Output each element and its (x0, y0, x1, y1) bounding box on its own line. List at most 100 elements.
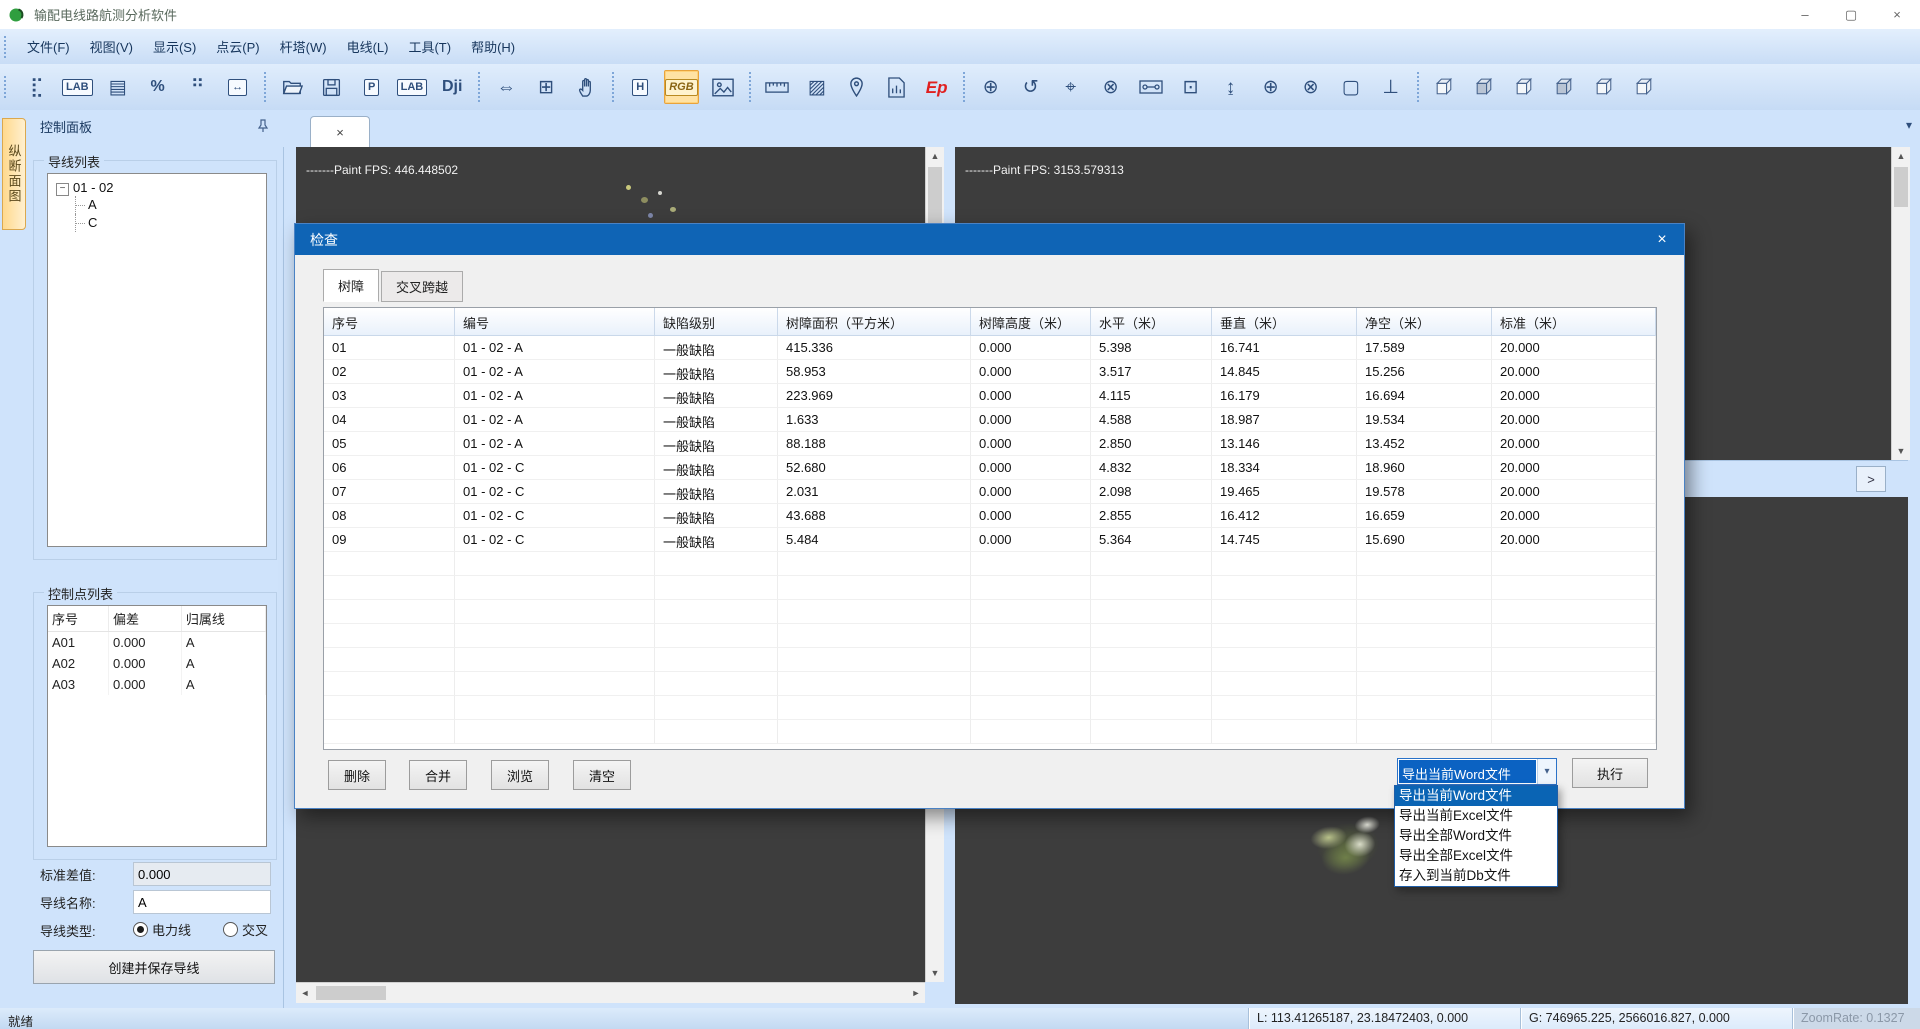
table-row[interactable]: 0301 - 02 - A一般缺陷223.9690.0004.11516.179… (324, 384, 1656, 408)
radio-power-line[interactable]: 电力线 (133, 920, 191, 939)
save-icon[interactable] (316, 70, 348, 104)
tree-child-node[interactable]: A (75, 196, 266, 214)
table-row[interactable]: A030.000A (48, 674, 266, 695)
tile-layout-icon[interactable]: ⠛ (182, 70, 214, 104)
open-folder-icon[interactable] (276, 70, 308, 104)
menu-item[interactable]: 显示(S) (143, 33, 206, 60)
table-row[interactable]: 0701 - 02 - C一般缺陷2.0310.0002.09819.46519… (324, 480, 1656, 504)
cube-view-3-icon[interactable] (1509, 70, 1541, 104)
pin-icon[interactable] (255, 118, 271, 134)
table-row[interactable]: 0601 - 02 - C一般缺陷52.6800.0004.83218.3341… (324, 456, 1656, 480)
expand-panel-button[interactable]: > (1856, 466, 1886, 492)
table-row[interactable]: 0201 - 02 - A一般缺陷58.9530.0003.51714.8451… (324, 360, 1656, 384)
column-header[interactable]: 序号 (324, 308, 455, 335)
scroll-down-icon[interactable]: ▼ (1892, 442, 1910, 460)
fit-window-icon[interactable]: ⊞ (530, 70, 562, 104)
stamp-icon[interactable]: ▤ (102, 70, 134, 104)
column-header[interactable]: 垂直（米） (1212, 308, 1357, 335)
cube-view-2-icon[interactable] (1469, 70, 1501, 104)
move-point-icon[interactable]: ⌖ (1055, 70, 1087, 104)
region-points-icon[interactable]: ⊡ (1175, 70, 1207, 104)
dropdown-option[interactable]: 导出当前Word文件 (1395, 786, 1557, 806)
image-icon[interactable] (707, 70, 739, 104)
minimize-button[interactable]: – (1782, 0, 1828, 29)
ep-icon[interactable]: Ep (921, 70, 953, 104)
document-tab-close-icon[interactable]: × (336, 125, 344, 140)
side-tab-profile-view[interactable]: 纵断面图 (2, 118, 26, 230)
export-type-combobox[interactable]: 导出当前Word文件 ▾ (1397, 758, 1557, 785)
menu-item[interactable]: 电线(L) (337, 33, 399, 60)
dialog-title-bar[interactable]: 检查 × (295, 224, 1684, 255)
table-row[interactable]: A020.000A (48, 653, 266, 674)
dialog-close-icon[interactable]: × (1640, 224, 1684, 255)
tree-obstacle-table[interactable]: 序号编号缺陷级别树障面积（平方米）树障高度（米）水平（米）垂直（米）净空（米）标… (323, 307, 1657, 750)
cube-view-5-icon[interactable] (1589, 70, 1621, 104)
table-row[interactable]: 0801 - 02 - C一般缺陷43.6880.0002.85516.4121… (324, 504, 1656, 528)
scroll-up-icon[interactable]: ▲ (1892, 147, 1910, 165)
zoom-in-icon[interactable]: ⊕ (1255, 70, 1287, 104)
tower-ground-icon[interactable]: ⊥ (1375, 70, 1407, 104)
dialog-tab[interactable]: 交叉跨越 (381, 271, 463, 302)
scroll-right-icon[interactable]: ► (907, 984, 925, 1002)
close-button[interactable]: × (1874, 0, 1920, 29)
p-marker-icon[interactable]: P (356, 70, 388, 104)
document-tab[interactable]: × (310, 116, 370, 148)
run-button[interactable]: 执行 (1572, 758, 1648, 788)
tree-child-node[interactable]: C (75, 214, 266, 232)
fit-extents-icon[interactable]: ⇔ (490, 70, 522, 104)
measure-ruler-icon[interactable] (761, 70, 793, 104)
combo-dropdown-icon[interactable]: ▾ (1537, 759, 1556, 784)
table-header-row[interactable]: 序号编号缺陷级别树障面积（平方米）树障高度（米）水平（米）垂直（米）净空（米）标… (324, 308, 1656, 336)
cube-view-4-icon[interactable] (1549, 70, 1581, 104)
dropdown-option[interactable]: 存入到当前Db文件 (1395, 866, 1557, 886)
delete-point-icon[interactable]: ⊗ (1095, 70, 1127, 104)
dropdown-option[interactable]: 导出全部Excel文件 (1395, 846, 1557, 866)
density-percent-icon[interactable]: % (142, 70, 174, 104)
menu-item[interactable]: 工具(T) (398, 33, 461, 60)
pan-hand-icon[interactable] (570, 70, 602, 104)
scroll-down-icon[interactable]: ▼ (926, 964, 944, 982)
histogram-doc-icon[interactable] (881, 70, 913, 104)
menu-item[interactable]: 帮助(H) (461, 33, 525, 60)
column-header[interactable]: 树障面积（平方米） (778, 308, 971, 335)
dialog-button[interactable]: 清空 (573, 760, 631, 790)
right-viewport-vscrollbar[interactable]: ▲ ▼ (1891, 147, 1910, 460)
column-header[interactable]: 树障高度（米） (971, 308, 1091, 335)
tree-expander-icon[interactable]: − (56, 183, 69, 196)
column-header[interactable]: 净空（米） (1357, 308, 1492, 335)
dropdown-option[interactable]: 导出全部Word文件 (1395, 826, 1557, 846)
scroll-up-icon[interactable]: ▲ (926, 147, 944, 165)
wire-name-field[interactable] (133, 890, 271, 914)
scroll-left-icon[interactable]: ◄ (296, 984, 314, 1002)
profile-points-icon[interactable]: ⣏ (21, 70, 53, 104)
location-pin-icon[interactable] (841, 70, 873, 104)
dropdown-option[interactable]: 导出当前Excel文件 (1395, 806, 1557, 826)
dji-icon[interactable]: Dji (436, 70, 468, 104)
height-mode-icon[interactable]: H (624, 70, 656, 104)
cube-view-1-icon[interactable] (1429, 70, 1461, 104)
toolbar-overflow-chevron-icon[interactable]: ▾ (1906, 118, 1912, 132)
dialog-button[interactable]: 删除 (328, 760, 386, 790)
std-dev-field[interactable] (133, 862, 271, 886)
cube-view-6-icon[interactable] (1629, 70, 1661, 104)
column-header[interactable]: 水平（米） (1091, 308, 1212, 335)
table-row[interactable]: 0901 - 02 - C一般缺陷5.4840.0005.36414.74515… (324, 528, 1656, 552)
menu-item[interactable]: 杆塔(W) (270, 33, 337, 60)
column-header[interactable]: 标准（米） (1492, 308, 1656, 335)
lab-marker-icon[interactable]: LAB (396, 70, 429, 104)
menu-item[interactable]: 视图(V) (80, 33, 143, 60)
radio-crossing[interactable]: 交叉 (223, 920, 268, 939)
table-row[interactable]: A010.000A (48, 632, 266, 654)
dialog-tab-active[interactable]: 树障 (323, 269, 379, 302)
rgb-mode-icon[interactable]: RGB (664, 70, 698, 104)
left-viewport-hscrollbar[interactable]: ◄ ► (296, 982, 925, 1003)
create-save-wire-button[interactable]: 创建并保存导线 (33, 950, 275, 984)
column-header[interactable]: 编号 (455, 308, 655, 335)
add-label-icon[interactable]: LAB (61, 70, 94, 104)
area-hatch-icon[interactable]: ▨ (801, 70, 833, 104)
select-box-icon[interactable]: ▢ (1335, 70, 1367, 104)
column-header[interactable]: 缺陷级别 (655, 308, 778, 335)
maximize-button[interactable]: ▢ (1828, 0, 1874, 29)
dialog-button[interactable]: 合并 (409, 760, 467, 790)
tree-root-node[interactable]: −01 - 02 (48, 174, 266, 196)
